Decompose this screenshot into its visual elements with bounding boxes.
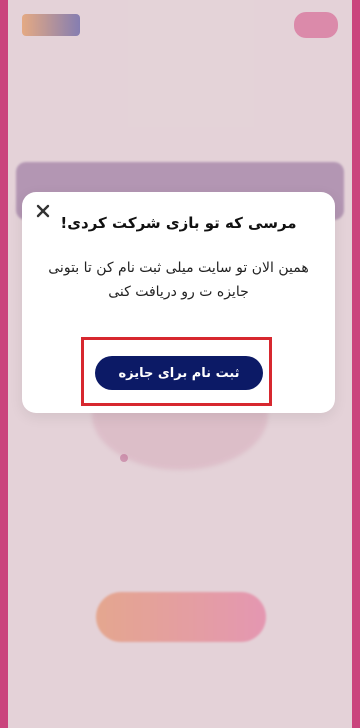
congrats-modal: مرسی که تو بازی شرکت کردی! همین الان تو …	[22, 192, 335, 413]
modal-title: مرسی که تو بازی شرکت کردی!	[60, 214, 297, 232]
register-for-prize-button[interactable]: ثبت نام برای جایزه	[95, 356, 263, 390]
modal-message: همین الان تو سایت میلی ثبت نام کن تا بتو…	[48, 260, 309, 300]
